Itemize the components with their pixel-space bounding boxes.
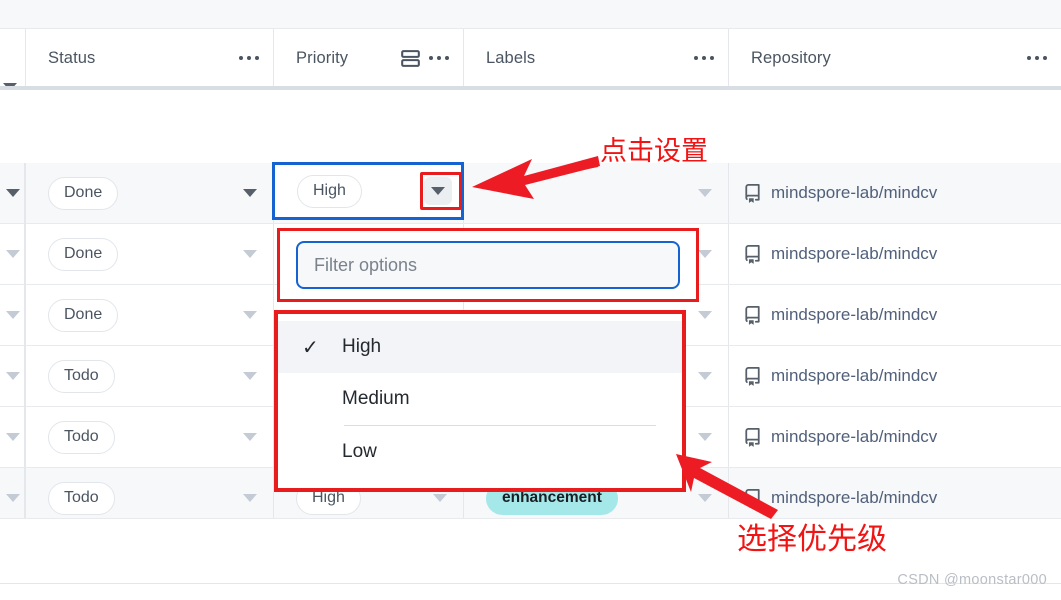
filter-options-highlight bbox=[277, 228, 699, 302]
column-header-repository[interactable]: Repository bbox=[728, 29, 1061, 87]
cell-repository[interactable]: mindspore-lab/mindcv bbox=[728, 285, 1061, 345]
cell-status[interactable]: Todo bbox=[25, 346, 273, 406]
status-pill: Todo bbox=[48, 359, 115, 393]
cell-repository[interactable]: mindspore-lab/mindcv bbox=[728, 163, 1061, 223]
chevron-down-icon[interactable] bbox=[698, 311, 712, 319]
annotation-arrow-click-settings bbox=[472, 156, 600, 199]
repo-icon bbox=[745, 366, 760, 386]
filter-options-input[interactable] bbox=[296, 241, 680, 289]
column-header-label: Status bbox=[48, 48, 96, 67]
row-expand-cell[interactable] bbox=[0, 407, 25, 467]
option-label: Medium bbox=[342, 388, 410, 409]
option-medium[interactable]: Medium bbox=[278, 373, 682, 425]
status-pill: Todo bbox=[48, 420, 115, 454]
chevron-down-icon[interactable] bbox=[243, 433, 257, 441]
kebab-icon[interactable] bbox=[239, 56, 259, 60]
cell-repository[interactable]: mindspore-lab/mindcv bbox=[728, 346, 1061, 406]
status-pill: Done bbox=[48, 298, 119, 332]
chevron-down-icon[interactable] bbox=[243, 372, 257, 380]
column-header-labels[interactable]: Labels bbox=[463, 29, 728, 87]
chevron-down-icon[interactable] bbox=[243, 250, 257, 258]
repo-icon bbox=[745, 305, 760, 325]
check-icon: ✓ bbox=[302, 336, 319, 359]
annotation-arrow-select-priority bbox=[676, 454, 778, 519]
chevron-down-icon[interactable] bbox=[5, 250, 20, 258]
row-expand-cell[interactable] bbox=[0, 285, 25, 345]
column-header-label: Priority bbox=[296, 48, 349, 67]
chevron-down-icon[interactable] bbox=[5, 189, 20, 197]
rows-icon[interactable] bbox=[401, 49, 420, 67]
option-label: High bbox=[342, 336, 382, 357]
repo-icon bbox=[745, 244, 760, 264]
chevron-down-icon[interactable] bbox=[243, 311, 257, 319]
cell-repository[interactable]: mindspore-lab/mindcv bbox=[728, 224, 1061, 284]
repository-name: mindspore-lab/mindcv bbox=[771, 305, 938, 324]
repository-name: mindspore-lab/mindcv bbox=[771, 244, 938, 263]
table-header-row: Status Priority Labels Repository bbox=[0, 29, 1061, 91]
priority-options-list[interactable]: ✓ High Medium Low bbox=[274, 310, 686, 492]
row-expand-cell[interactable] bbox=[0, 163, 25, 223]
kebab-icon[interactable] bbox=[1027, 56, 1047, 60]
cell-status[interactable]: Done bbox=[25, 224, 273, 284]
column-header-actions[interactable] bbox=[239, 56, 259, 60]
option-low[interactable]: Low bbox=[278, 426, 682, 478]
dropdown-button-highlight bbox=[420, 172, 462, 210]
row-expand-cell[interactable] bbox=[0, 346, 25, 406]
chevron-down-icon[interactable] bbox=[243, 494, 257, 502]
toolbar-strip bbox=[0, 0, 1061, 29]
repository-name: mindspore-lab/mindcv bbox=[771, 183, 938, 202]
column-header-status[interactable]: Status bbox=[25, 29, 273, 87]
status-pill: Done bbox=[48, 237, 119, 271]
repo-icon bbox=[745, 427, 760, 447]
option-high[interactable]: ✓ High bbox=[278, 321, 682, 373]
repository-name: mindspore-lab/mindcv bbox=[771, 366, 938, 385]
chevron-down-icon[interactable] bbox=[698, 433, 712, 441]
annotation-text-click-settings: 点击设置 bbox=[600, 136, 708, 167]
column-header-actions[interactable] bbox=[1027, 56, 1047, 60]
row-gutter-divider bbox=[24, 163, 25, 519]
kebab-icon[interactable] bbox=[694, 56, 714, 60]
repository-name: mindspore-lab/mindcv bbox=[771, 427, 938, 446]
status-pill: Todo bbox=[48, 481, 115, 515]
repo-icon bbox=[745, 183, 760, 203]
status-pill: Done bbox=[48, 176, 119, 210]
annotation-text-select-priority: 选择优先级 bbox=[737, 522, 887, 557]
chevron-down-icon[interactable] bbox=[243, 189, 257, 197]
column-header-label: Repository bbox=[751, 48, 831, 67]
priority-pill: High bbox=[297, 174, 362, 208]
chevron-down-icon[interactable] bbox=[5, 494, 20, 502]
kebab-icon[interactable] bbox=[429, 56, 449, 60]
chevron-down-icon[interactable] bbox=[698, 250, 712, 258]
chevron-down-icon[interactable] bbox=[5, 311, 20, 319]
column-header-actions[interactable] bbox=[694, 56, 714, 60]
cell-status[interactable]: Done bbox=[25, 285, 273, 345]
chevron-down-icon[interactable] bbox=[433, 494, 447, 502]
chevron-down-icon[interactable] bbox=[5, 433, 20, 441]
watermark: CSDN @moonstar000 bbox=[897, 572, 1047, 588]
chevron-down-icon[interactable] bbox=[698, 189, 712, 197]
option-label: Low bbox=[342, 441, 377, 462]
chevron-down-icon[interactable] bbox=[698, 372, 712, 380]
column-header-label: Labels bbox=[486, 48, 536, 67]
row-expand-cell[interactable] bbox=[0, 224, 25, 284]
column-header-actions[interactable] bbox=[401, 49, 449, 67]
cell-status[interactable]: Todo bbox=[25, 407, 273, 467]
repository-name: mindspore-lab/mindcv bbox=[771, 488, 938, 507]
column-header-priority[interactable]: Priority bbox=[273, 29, 463, 91]
cell-status[interactable]: Done bbox=[25, 163, 273, 223]
chevron-down-icon[interactable] bbox=[5, 372, 20, 380]
